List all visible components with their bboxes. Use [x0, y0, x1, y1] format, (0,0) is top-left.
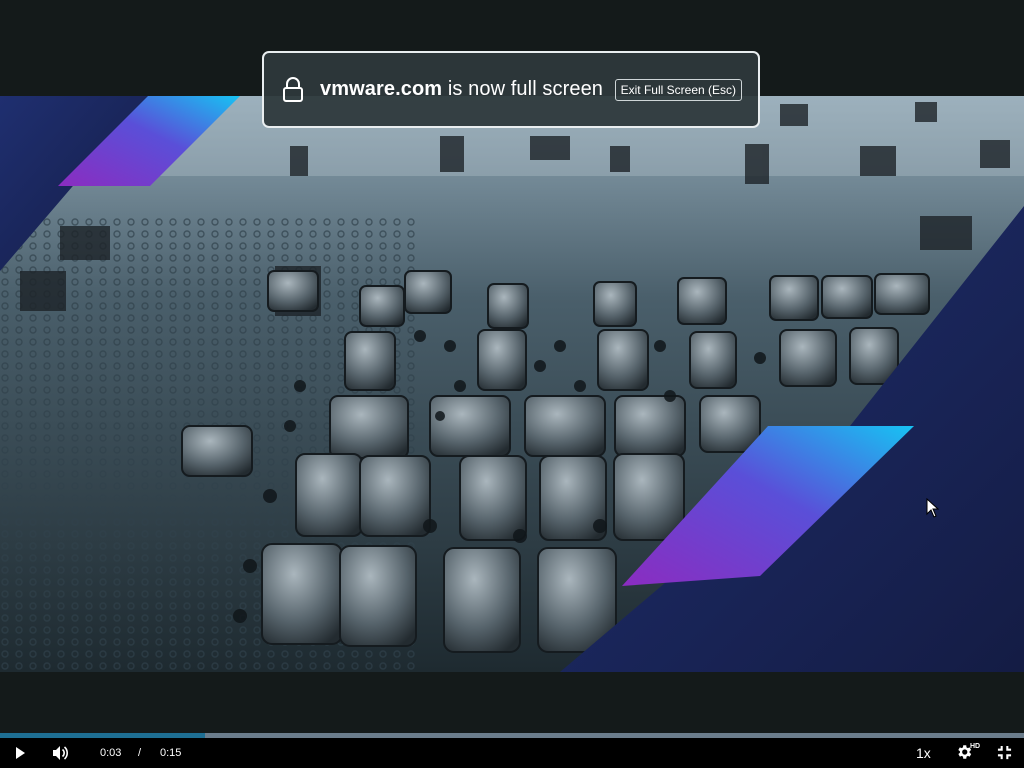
lock-icon — [283, 76, 303, 102]
hd-badge: HD — [970, 743, 981, 750]
video-artwork — [0, 96, 1024, 672]
fullscreen-message: vmware.com is now full screen — [320, 78, 603, 101]
current-time: 0:03 — [100, 747, 122, 759]
duration: 0:15 — [160, 747, 182, 759]
fullscreen-notification: vmware.com is now full screen Exit Full … — [262, 51, 760, 128]
player-control-bar: 0:03 / 0:15 1x HD — [0, 738, 1024, 768]
mouse-cursor-icon — [926, 498, 940, 518]
volume-icon[interactable] — [51, 744, 69, 762]
exit-fullscreen-prompt-button[interactable]: Exit Full Screen (Esc) — [614, 78, 742, 101]
exit-fullscreen-icon[interactable] — [997, 745, 1012, 760]
fullscreen-message-text: is now full screen — [442, 78, 604, 100]
fullscreen-domain: vmware.com — [320, 78, 443, 100]
play-icon[interactable] — [12, 745, 28, 761]
playback-speed-button[interactable]: 1x — [916, 745, 931, 761]
fullscreen-stage: vmware.com is now full screen Exit Full … — [0, 0, 1024, 768]
time-separator: / — [138, 747, 142, 759]
video-frame[interactable] — [0, 96, 1024, 672]
